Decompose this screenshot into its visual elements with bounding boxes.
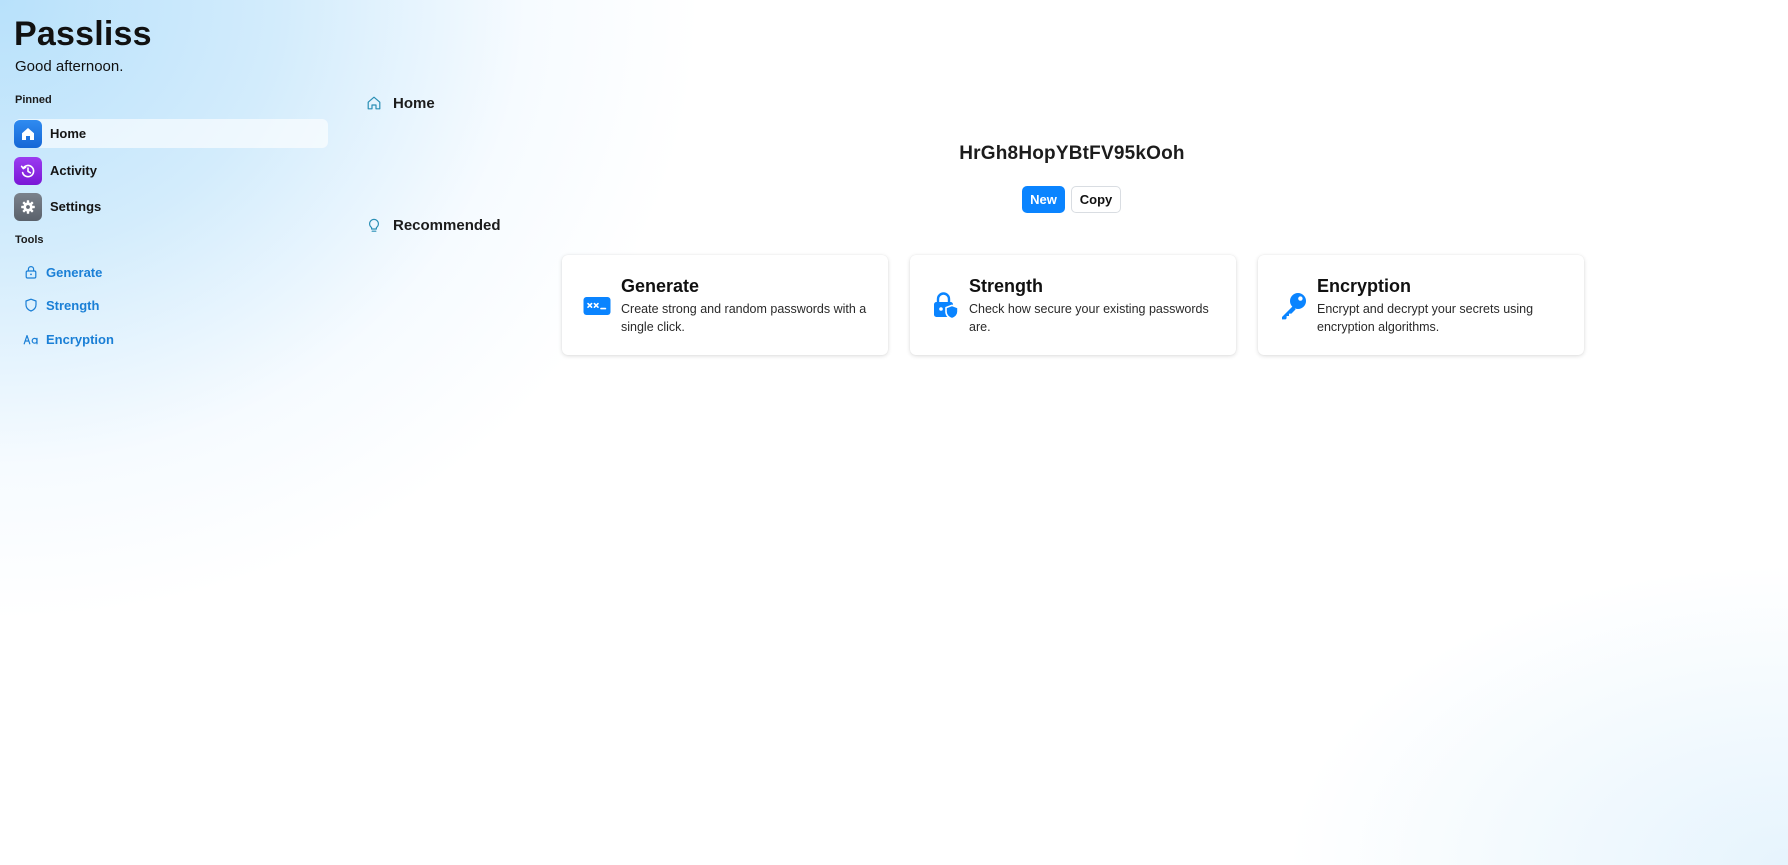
copy-password-button[interactable]: Copy xyxy=(1071,186,1121,213)
card-generate[interactable]: Generate Create strong and random passwo… xyxy=(562,255,888,355)
lightbulb-icon xyxy=(365,216,383,234)
sidebar-tool-generate[interactable]: Generate xyxy=(22,261,102,283)
card-title: Generate xyxy=(621,276,700,296)
app-title: Passliss xyxy=(14,15,152,53)
sidebar-item-label: Activity xyxy=(50,163,97,178)
history-icon xyxy=(14,156,42,185)
lock-shield-icon xyxy=(930,291,960,321)
tool-label: Encryption xyxy=(46,331,114,347)
tools-section-label: Tools xyxy=(15,234,44,246)
sidebar-item-label: Home xyxy=(50,126,87,141)
home-outline-icon xyxy=(365,94,383,112)
card-encryption[interactable]: Encryption Encrypt and decrypt your secr… xyxy=(1258,255,1584,355)
recommended-heading-text: Recommended xyxy=(393,216,501,234)
sidebar-item-home[interactable]: Home xyxy=(14,119,328,148)
home-heading: Home xyxy=(365,94,435,112)
new-password-button[interactable]: New xyxy=(1022,186,1065,213)
card-strength[interactable]: Strength Check how secure your existing … xyxy=(910,255,1236,355)
sidebar-tool-encryption[interactable]: Encryption xyxy=(22,328,114,350)
shield-icon xyxy=(22,296,40,314)
password-icon xyxy=(582,291,612,321)
home-heading-text: Home xyxy=(393,94,435,112)
tool-label: Generate xyxy=(46,264,103,280)
recommended-heading: Recommended xyxy=(365,216,501,234)
sidebar-item-label: Settings xyxy=(50,199,102,214)
translate-icon xyxy=(22,330,40,348)
card-title: Strength xyxy=(969,276,1043,296)
lock-icon xyxy=(22,263,40,281)
card-description: Encrypt and decrypt your secrets using e… xyxy=(1317,302,1534,334)
generated-password: HrGh8HopYBtFV95kOoh xyxy=(959,143,1185,164)
password-actions: New Copy xyxy=(1022,186,1121,213)
card-description: Check how secure your existing passwords… xyxy=(969,302,1209,334)
tool-label: Strength xyxy=(46,297,100,313)
key-icon xyxy=(1278,291,1308,321)
gear-icon xyxy=(14,192,42,221)
sidebar-item-settings[interactable]: Settings xyxy=(14,192,328,221)
sidebar-item-activity[interactable]: Activity xyxy=(14,156,328,185)
pinned-section-label: Pinned xyxy=(15,94,52,106)
home-icon xyxy=(14,119,42,148)
card-title: Encryption xyxy=(1317,276,1412,296)
greeting-text: Good afternoon. xyxy=(15,58,124,75)
sidebar: Passliss Good afternoon. Pinned Home Act… xyxy=(0,0,340,865)
sidebar-tool-strength[interactable]: Strength xyxy=(22,294,99,316)
card-description: Create strong and random passwords with … xyxy=(621,302,867,334)
